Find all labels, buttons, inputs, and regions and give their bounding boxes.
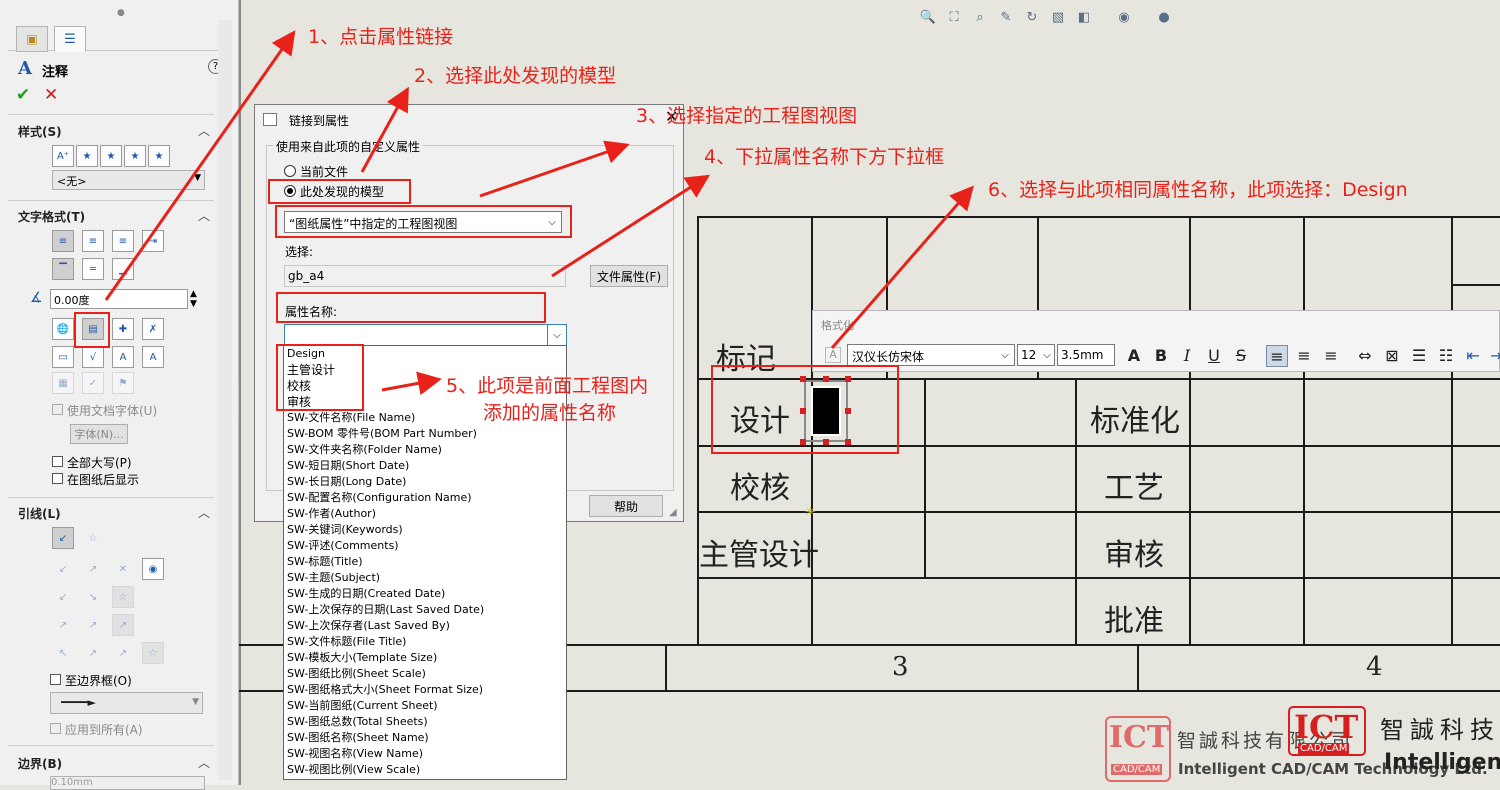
annotation-step2: 2、选择此处发现的模型 [414, 65, 617, 87]
annotation-step4: 4、下拉属性名称下方下拉框 [704, 146, 945, 168]
annotation-step5: 5、此项是前面工程图内 [446, 375, 649, 397]
annotation-step5-cont: 添加的属性名称 [483, 402, 617, 424]
annotation-step3: 3、选择指定的工程图视图 [636, 105, 858, 127]
annotation-step6: 6、选择与此项相同属性名称，此项选择：Design [988, 179, 1408, 201]
annotation-step1: 1、点击属性链接 [308, 26, 454, 48]
